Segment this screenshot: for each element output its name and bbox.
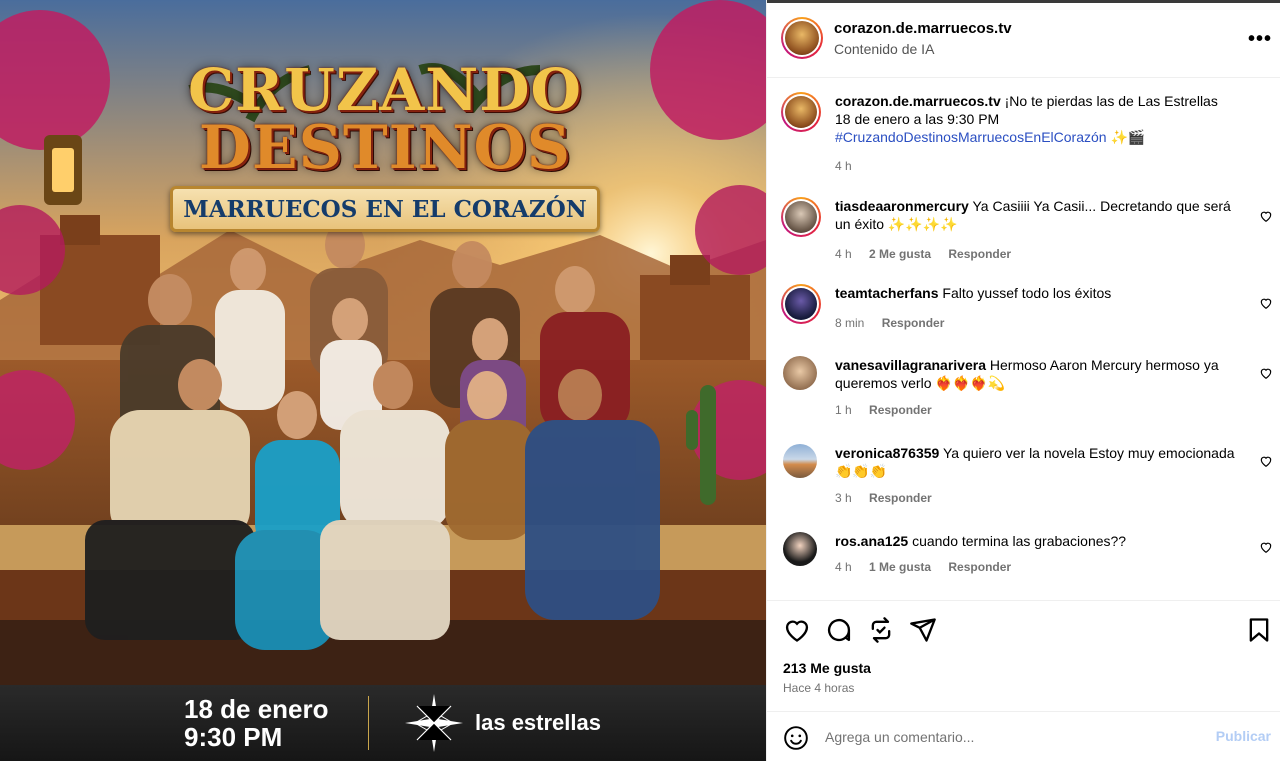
poster-artwork: CRUZANDO DESTINOS MARRUECOS EN EL CORAZÓ…: [0, 0, 766, 685]
poster-subtitle-banner: MARRUECOS EN EL CORAZÓN: [170, 186, 600, 232]
poster-channel: las estrellas: [475, 710, 601, 735]
comment-meta: 4 h 2 Me gusta Responder: [835, 247, 1025, 261]
comment-like-heart-icon[interactable]: [1259, 366, 1273, 380]
comment-meta: 8 min Responder: [835, 316, 958, 330]
poster-date-day: 18 de enero: [184, 694, 329, 724]
repost-icon[interactable]: [867, 616, 895, 644]
comment-icon[interactable]: [825, 616, 853, 644]
comment-username[interactable]: ros.ana125: [835, 533, 908, 549]
comments-list[interactable]: corazon.de.marruecos.tv ¡No te pierdas l…: [767, 79, 1280, 600]
post-media[interactable]: CRUZANDO DESTINOS MARRUECOS EN EL CORAZÓ…: [0, 0, 766, 761]
likes-count[interactable]: 213 Me gusta: [783, 660, 871, 676]
post-details-panel: corazon.de.marruecos.tv Contenido de IA …: [766, 0, 1280, 761]
caption-meta: 4 h: [835, 159, 866, 173]
share-icon[interactable]: [909, 616, 937, 644]
poster-title-line2: DESTINOS: [198, 113, 572, 183]
poster-divider: [368, 696, 369, 750]
post-actions: 213 Me gusta Hace 4 horas: [767, 600, 1280, 710]
bookmark-icon[interactable]: [1245, 616, 1273, 644]
caption-avatar[interactable]: [781, 92, 821, 132]
comment-username[interactable]: tiasdeaaronmercury: [835, 198, 969, 214]
post-dialog: CRUZANDO DESTINOS MARRUECOS EN EL CORAZÓ…: [0, 0, 1280, 761]
comment-time[interactable]: 8 min: [835, 316, 864, 330]
reply-button[interactable]: Responder: [869, 491, 932, 505]
comment-username[interactable]: veronica876359: [835, 445, 939, 461]
emoji-icon[interactable]: [783, 725, 809, 751]
author-avatar[interactable]: [781, 17, 823, 59]
caption-text-line1: ¡No te pierdas las de Las Estrellas: [1004, 93, 1218, 109]
comment-time[interactable]: 1 h: [835, 403, 852, 417]
poster-date-band: 18 de enero 9:30 PM las estrellas: [0, 685, 766, 761]
reply-button[interactable]: Responder: [948, 247, 1011, 261]
comment-time[interactable]: 4 h: [835, 560, 852, 574]
caption-emoji: ✨🎬: [1110, 129, 1146, 145]
more-horizontal-icon[interactable]: •••: [1248, 28, 1272, 51]
comment-avatar[interactable]: [781, 284, 821, 324]
comment-likes[interactable]: 1 Me gusta: [869, 560, 931, 574]
comment-like-heart-icon[interactable]: [1259, 454, 1273, 468]
comment-input[interactable]: [825, 724, 1185, 750]
comment-time[interactable]: 4 h: [835, 247, 852, 261]
poster-subtitle: MARRUECOS EN EL CORAZÓN: [183, 195, 587, 223]
poster-title-line1: CRUZANDO: [187, 56, 583, 124]
comment-username[interactable]: teamtacherfans: [835, 285, 939, 301]
caption-username[interactable]: corazon.de.marruecos.tv: [835, 93, 1001, 109]
comment-text: veronica876359 Ya quiero ver la novela E…: [835, 444, 1245, 480]
heart-icon[interactable]: [783, 616, 811, 644]
comment-meta: 3 h Responder: [835, 491, 946, 505]
comment-likes[interactable]: 2 Me gusta: [869, 247, 931, 261]
poster-date: 18 de enero 9:30 PM: [184, 695, 354, 751]
poster-date-time: 9:30 PM: [184, 722, 283, 752]
comment-composer: Publicar: [767, 711, 1280, 761]
comment-username[interactable]: vanesavillagranarivera: [835, 357, 986, 373]
comment-avatar[interactable]: [783, 532, 817, 566]
comment-like-heart-icon[interactable]: [1259, 540, 1273, 554]
poster-title: CRUZANDO DESTINOS MARRUECOS EN EL CORAZÓ…: [160, 56, 610, 232]
comment-text: ros.ana125 cuando termina las grabacione…: [835, 532, 1245, 550]
comment-body: Falto yussef todo los éxitos: [942, 285, 1112, 301]
comment-like-heart-icon[interactable]: [1259, 296, 1273, 310]
las-estrellas-star-icon: [405, 694, 463, 752]
ai-content-label[interactable]: Contenido de IA: [834, 41, 934, 57]
caption-text-line2: 18 de enero a las 9:30 PM: [835, 111, 1000, 127]
reply-button[interactable]: Responder: [869, 403, 932, 417]
caption-hashtag[interactable]: #CruzandoDestinosMarruecosEnElCorazón: [835, 129, 1107, 145]
comment-meta: 1 h Responder: [835, 403, 946, 417]
comment-time[interactable]: 3 h: [835, 491, 852, 505]
comment-body: cuando termina las grabaciones??: [912, 533, 1127, 549]
comment-avatar[interactable]: [783, 444, 817, 478]
comment-text: tiasdeaaronmercury Ya Casiiii Ya Casii..…: [835, 197, 1245, 233]
comment-meta: 4 h 1 Me gusta Responder: [835, 560, 1025, 574]
comment-avatar[interactable]: [783, 356, 817, 390]
author-username[interactable]: corazon.de.marruecos.tv: [834, 20, 1012, 37]
caption-text: corazon.de.marruecos.tv ¡No te pierdas l…: [835, 92, 1245, 146]
comment-avatar[interactable]: [781, 197, 821, 237]
post-time[interactable]: Hace 4 horas: [783, 681, 854, 695]
reply-button[interactable]: Responder: [948, 560, 1011, 574]
comment-text: vanesavillagranarivera Hermoso Aaron Mer…: [835, 356, 1245, 392]
reply-button[interactable]: Responder: [882, 316, 945, 330]
comment-text: teamtacherfans Falto yussef todo los éxi…: [835, 284, 1245, 302]
comment-like-heart-icon[interactable]: [1259, 209, 1273, 223]
post-header: corazon.de.marruecos.tv Contenido de IA …: [767, 0, 1280, 78]
publish-button[interactable]: Publicar: [1216, 728, 1271, 744]
caption-time[interactable]: 4 h: [835, 159, 852, 173]
